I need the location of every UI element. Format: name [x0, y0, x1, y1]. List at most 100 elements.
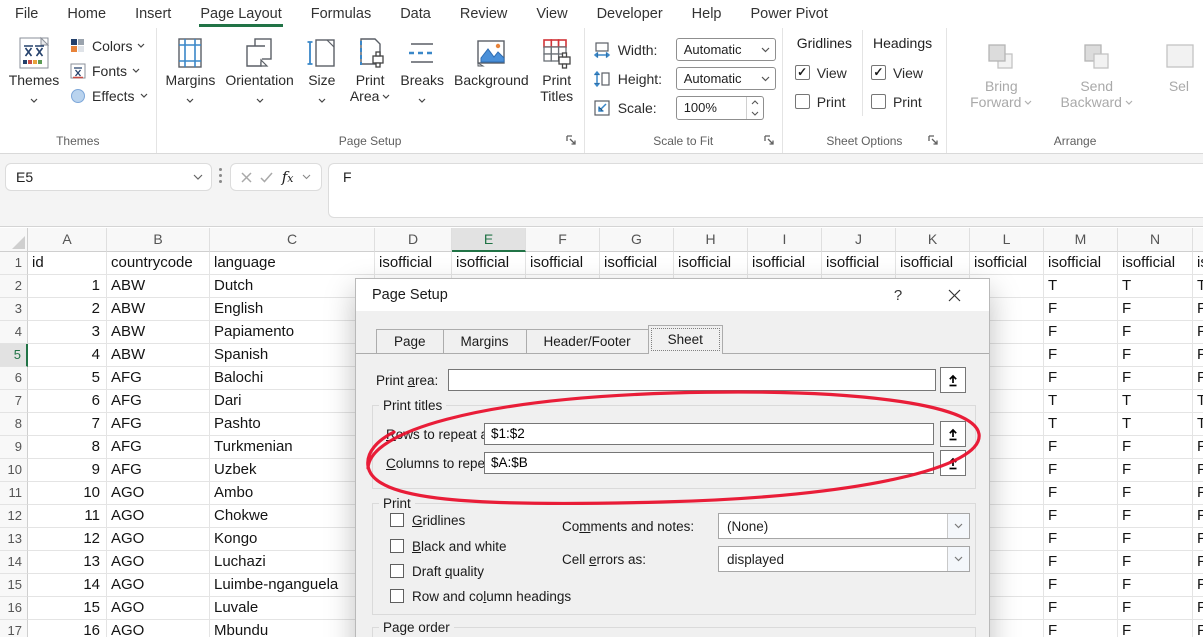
row-header-9[interactable]: 9: [0, 436, 28, 459]
dialog-tab-sheet[interactable]: Sheet: [648, 325, 723, 354]
ribbon-tab-page-layout[interactable]: Page Layout: [199, 1, 282, 27]
send-backward-button[interactable]: Send Backward: [1055, 36, 1137, 110]
row-header-3[interactable]: 3: [0, 298, 28, 321]
row-header-12[interactable]: 12: [0, 505, 28, 528]
cell[interactable]: Turkmenian: [210, 436, 375, 459]
cell[interactable]: 14: [28, 574, 107, 597]
row-header-13[interactable]: 13: [0, 528, 28, 551]
cell[interactable]: F: [1118, 620, 1193, 637]
cell[interactable]: Uzbek: [210, 459, 375, 482]
row-header-17[interactable]: 17: [0, 620, 28, 637]
cell[interactable]: F: [1044, 436, 1118, 459]
width-select[interactable]: Automatic: [676, 38, 776, 61]
enter-check-icon[interactable]: [260, 172, 273, 183]
cell[interactable]: AGO: [107, 597, 210, 620]
cell[interactable]: AGO: [107, 482, 210, 505]
cell[interactable]: Luchazi: [210, 551, 375, 574]
colors-button[interactable]: Colors: [64, 33, 152, 58]
cell[interactable]: F: [1193, 574, 1203, 597]
cell[interactable]: F: [1044, 344, 1118, 367]
cell[interactable]: AFG: [107, 436, 210, 459]
column-header-I[interactable]: I: [748, 228, 822, 252]
cell[interactable]: AGO: [107, 528, 210, 551]
cell[interactable]: F: [1044, 528, 1118, 551]
cell[interactable]: AGO: [107, 505, 210, 528]
margins-button[interactable]: Margins: [161, 30, 221, 108]
cell[interactable]: Mbundu: [210, 620, 375, 637]
cell[interactable]: 11: [28, 505, 107, 528]
column-header-G[interactable]: G: [600, 228, 674, 252]
column-header[interactable]: [1193, 228, 1203, 252]
rows-to-repeat-collapse-button[interactable]: [940, 421, 966, 447]
cell[interactable]: F: [1044, 367, 1118, 390]
dropdown-button[interactable]: [947, 514, 969, 538]
cell[interactable]: F: [1193, 436, 1203, 459]
cell[interactable]: AGO: [107, 551, 210, 574]
cell[interactable]: T: [1118, 413, 1193, 436]
row-header-16[interactable]: 16: [0, 597, 28, 620]
cell[interactable]: isofficial: [970, 252, 1044, 275]
cell[interactable]: 4: [28, 344, 107, 367]
cell[interactable]: isofficial: [1044, 252, 1118, 275]
cell[interactable]: T: [1193, 275, 1203, 298]
help-button[interactable]: ?: [883, 279, 913, 311]
cell[interactable]: F: [1118, 551, 1193, 574]
cell[interactable]: F: [1044, 298, 1118, 321]
gridlines-checkbox[interactable]: [390, 513, 404, 527]
cell[interactable]: F: [1118, 436, 1193, 459]
columns-to-repeat-collapse-button[interactable]: [940, 450, 966, 476]
cell[interactable]: Chokwe: [210, 505, 375, 528]
ribbon-tab-review[interactable]: Review: [459, 1, 509, 27]
column-header-E[interactable]: E: [452, 228, 526, 252]
cell[interactable]: 3: [28, 321, 107, 344]
cell[interactable]: isofficial: [748, 252, 822, 275]
row-header-2[interactable]: 2: [0, 275, 28, 298]
checkbox-icon[interactable]: [871, 94, 886, 109]
black-and-white-checkbox[interactable]: [390, 539, 404, 553]
cell[interactable]: F: [1193, 459, 1203, 482]
scale-to-fit-dialog-launcher[interactable]: [763, 134, 776, 147]
cell[interactable]: F: [1193, 367, 1203, 390]
cell[interactable]: F: [1118, 574, 1193, 597]
comments-and-notes-select[interactable]: (None): [718, 513, 970, 539]
rows-to-repeat-input[interactable]: $1:$2: [484, 423, 934, 445]
cell[interactable]: F: [1193, 551, 1203, 574]
cell[interactable]: 12: [28, 528, 107, 551]
ribbon-tab-data[interactable]: Data: [399, 1, 432, 27]
name-box[interactable]: E5: [5, 163, 212, 191]
cell[interactable]: F: [1118, 482, 1193, 505]
dropdown-button[interactable]: [947, 547, 969, 571]
cell[interactable]: T: [1044, 390, 1118, 413]
cell[interactable]: AFG: [107, 367, 210, 390]
cell[interactable]: Luimbe-nganguela: [210, 574, 375, 597]
print-titles-button[interactable]: Print Titles: [534, 30, 580, 104]
cell[interactable]: Balochi: [210, 367, 375, 390]
cell[interactable]: F: [1044, 574, 1118, 597]
cell[interactable]: Spanish: [210, 344, 375, 367]
page-setup-dialog-launcher[interactable]: [565, 134, 578, 147]
orientation-button[interactable]: Orientation: [220, 30, 298, 108]
cell[interactable]: isofficial: [600, 252, 674, 275]
cell[interactable]: AFG: [107, 390, 210, 413]
cell[interactable]: Luvale: [210, 597, 375, 620]
gridlines-view-checkbox[interactable]: View: [795, 58, 852, 87]
cell[interactable]: T: [1118, 390, 1193, 413]
row-header-1[interactable]: 1: [0, 252, 28, 275]
column-header-A[interactable]: A: [28, 228, 107, 252]
cell[interactable]: F: [1193, 505, 1203, 528]
fonts-button[interactable]: Fonts: [64, 58, 152, 83]
print-area-collapse-button[interactable]: [940, 367, 966, 393]
cell[interactable]: countrycode: [107, 252, 210, 275]
cell[interactable]: 16: [28, 620, 107, 637]
row-header-14[interactable]: 14: [0, 551, 28, 574]
effects-button[interactable]: Effects: [64, 83, 152, 108]
cell[interactable]: F: [1044, 321, 1118, 344]
row-header-5[interactable]: 5: [0, 344, 28, 367]
draft-quality-checkbox[interactable]: [390, 564, 404, 578]
cell[interactable]: AFG: [107, 459, 210, 482]
cell[interactable]: F: [1193, 597, 1203, 620]
scale-stepper[interactable]: [746, 97, 763, 119]
cell[interactable]: Dari: [210, 390, 375, 413]
ribbon-tab-help[interactable]: Help: [691, 1, 723, 27]
cell[interactable]: Kongo: [210, 528, 375, 551]
